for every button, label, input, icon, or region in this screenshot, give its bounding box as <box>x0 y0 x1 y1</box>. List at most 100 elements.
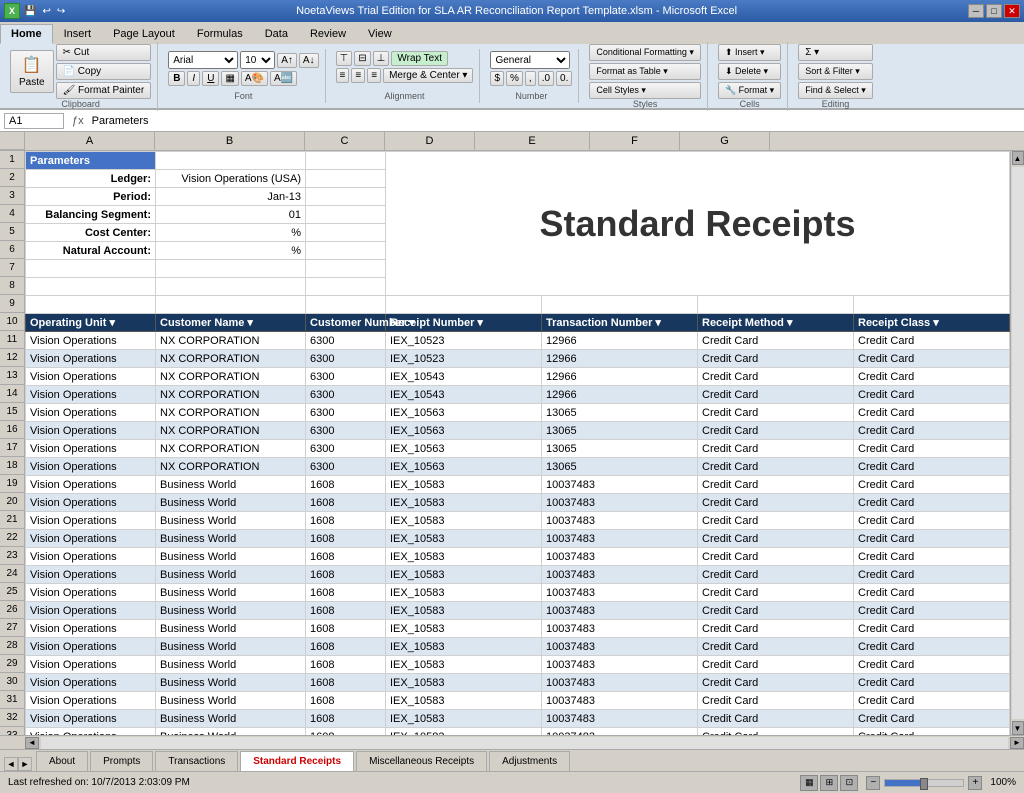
align-bottom-btn[interactable]: ⊥ <box>373 51 390 66</box>
col-header-c[interactable]: C <box>305 132 385 150</box>
cell-a4[interactable]: Balancing Segment: <box>26 206 156 224</box>
row-num-13[interactable]: 13 <box>0 367 24 385</box>
formula-input[interactable] <box>92 115 1020 127</box>
copy-btn[interactable]: 📄 Copy <box>56 63 152 80</box>
increase-font-btn[interactable]: A↑ <box>277 53 297 68</box>
row-num-2[interactable]: 2 <box>0 169 24 187</box>
row-num-22[interactable]: 22 <box>0 529 24 547</box>
col-header-transaction-number[interactable]: Transaction Number ▾ <box>542 314 698 332</box>
close-btn[interactable]: ✕ <box>1004 4 1020 18</box>
align-right-btn[interactable]: ≡ <box>367 68 381 83</box>
cell-reference[interactable] <box>4 113 64 129</box>
cell-a7[interactable] <box>26 260 156 278</box>
row-num-30[interactable]: 30 <box>0 673 24 691</box>
cell-c9[interactable] <box>306 296 386 314</box>
cell-b9[interactable] <box>156 296 306 314</box>
col-header-a[interactable]: A <box>25 132 155 150</box>
cell-a1[interactable]: Parameters <box>26 152 156 170</box>
tab-transactions[interactable]: Transactions <box>155 751 238 771</box>
italic-btn[interactable]: I <box>187 71 200 86</box>
sort-filter-btn[interactable]: Sort & Filter ▾ <box>798 63 873 80</box>
col-header-g[interactable]: G <box>680 132 770 150</box>
col-header-customer-name[interactable]: Customer Name ▾ <box>156 314 306 332</box>
merge-center-btn[interactable]: Merge & Center ▾ <box>383 68 473 83</box>
cut-btn[interactable]: ✂ Cut <box>56 44 152 61</box>
maximize-btn[interactable]: □ <box>986 4 1002 18</box>
border-btn[interactable]: ▦ <box>221 71 238 86</box>
cell-c4[interactable] <box>306 206 386 224</box>
cell-c7[interactable] <box>306 260 386 278</box>
row-num-16[interactable]: 16 <box>0 421 24 439</box>
normal-view-btn[interactable]: ▦ <box>800 775 818 791</box>
scroll-thumb[interactable] <box>1012 167 1024 719</box>
format-painter-btn[interactable]: 🖌 Format Painter <box>56 82 152 99</box>
row-num-11[interactable]: 11 <box>0 331 24 349</box>
page-layout-btn[interactable]: ⊞ <box>820 775 838 791</box>
zoom-in-btn[interactable]: + <box>968 776 982 790</box>
cell-b5[interactable]: % <box>156 224 306 242</box>
cell-a6[interactable]: Natural Account: <box>26 242 156 260</box>
row-num-15[interactable]: 15 <box>0 403 24 421</box>
cell-c1[interactable] <box>306 152 386 170</box>
currency-btn[interactable]: $ <box>490 71 504 86</box>
col-header-f[interactable]: F <box>590 132 680 150</box>
row-num-29[interactable]: 29 <box>0 655 24 673</box>
cell-b3[interactable]: Jan-13 <box>156 188 306 206</box>
row-num-5[interactable]: 5 <box>0 223 24 241</box>
font-selector[interactable]: Arial <box>168 51 238 69</box>
row-num-18[interactable]: 18 <box>0 457 24 475</box>
col-header-b[interactable]: B <box>155 132 305 150</box>
zoom-slider[interactable] <box>884 779 964 787</box>
wrap-text-btn[interactable]: Wrap Text <box>391 51 448 66</box>
tab-misc-receipts[interactable]: Miscellaneous Receipts <box>356 751 487 771</box>
align-left-btn[interactable]: ≡ <box>336 68 350 83</box>
cell-d9[interactable] <box>386 296 542 314</box>
h-scroll-track[interactable] <box>41 737 1008 749</box>
col-header-e[interactable]: E <box>475 132 590 150</box>
fill-color-btn[interactable]: A🎨 <box>241 71 268 86</box>
tab-data[interactable]: Data <box>254 24 299 44</box>
number-format-selector[interactable]: General <box>490 51 570 69</box>
cell-c8[interactable] <box>306 278 386 296</box>
percent-btn[interactable]: % <box>506 71 523 86</box>
cell-b7[interactable] <box>156 260 306 278</box>
paste-btn[interactable]: 📋 Paste <box>10 50 54 93</box>
cell-e9[interactable] <box>542 296 698 314</box>
tab-view[interactable]: View <box>357 24 403 44</box>
quick-access[interactable]: 💾 <box>24 6 36 17</box>
row-num-20[interactable]: 20 <box>0 493 24 511</box>
align-top-btn[interactable]: ⊤ <box>336 51 353 66</box>
cell-c3[interactable] <box>306 188 386 206</box>
row-num-33[interactable]: 33 <box>0 727 24 735</box>
insert-cells-btn[interactable]: ⬆ Insert ▾ <box>718 44 781 61</box>
cell-a9[interactable] <box>26 296 156 314</box>
cell-b2[interactable]: Vision Operations (USA) <box>156 170 306 188</box>
col-header-receipt-method[interactable]: Receipt Method ▾ <box>698 314 854 332</box>
increase-decimal-btn[interactable]: .0 <box>538 71 554 86</box>
window-controls[interactable]: ─ □ ✕ <box>968 4 1020 18</box>
underline-btn[interactable]: U <box>202 71 219 86</box>
cell-a2[interactable]: Ledger: <box>26 170 156 188</box>
delete-cells-btn[interactable]: ⬇ Delete ▾ <box>718 63 781 80</box>
cell-c2[interactable] <box>306 170 386 188</box>
zoom-handle[interactable] <box>920 778 928 790</box>
comma-btn[interactable]: , <box>525 71 536 86</box>
scroll-right-btn[interactable]: ► <box>1010 737 1024 749</box>
cell-c6[interactable] <box>306 242 386 260</box>
align-center-btn[interactable]: ≡ <box>351 68 365 83</box>
row-num-23[interactable]: 23 <box>0 547 24 565</box>
row-num-8[interactable]: 8 <box>0 277 24 295</box>
col-header-receipt-class[interactable]: Receipt Class ▾ <box>854 314 1010 332</box>
cell-b4[interactable]: 01 <box>156 206 306 224</box>
scroll-up-btn[interactable]: ▲ <box>1012 151 1024 165</box>
row-num-3[interactable]: 3 <box>0 187 24 205</box>
row-num-25[interactable]: 25 <box>0 583 24 601</box>
redo-btn[interactable]: ↪ <box>57 6 65 17</box>
row-num-9[interactable]: 9 <box>0 295 24 313</box>
tab-review[interactable]: Review <box>299 24 357 44</box>
row-num-28[interactable]: 28 <box>0 637 24 655</box>
row-num-31[interactable]: 31 <box>0 691 24 709</box>
cell-styles-btn[interactable]: Cell Styles ▾ <box>589 82 701 99</box>
row-num-24[interactable]: 24 <box>0 565 24 583</box>
row-num-6[interactable]: 6 <box>0 241 24 259</box>
